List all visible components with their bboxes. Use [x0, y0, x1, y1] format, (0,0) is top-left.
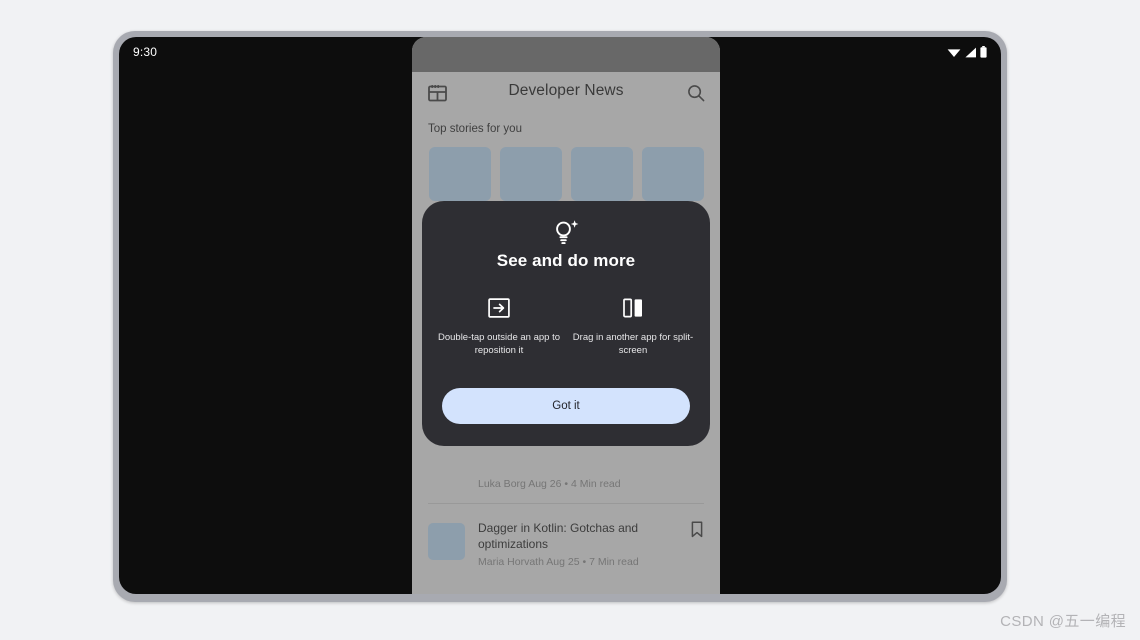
dialog-features: Double-tap outside an app to reposition …	[432, 296, 700, 357]
tablet-device-frame: Developer News Top stories for you Luka …	[113, 31, 1007, 602]
screenshot-root: Developer News Top stories for you Luka …	[0, 0, 1140, 640]
got-it-button[interactable]: Got it	[442, 388, 690, 424]
watermark: CSDN @五一编程	[1000, 613, 1126, 630]
feature-reposition: Double-tap outside an app to reposition …	[432, 296, 566, 357]
arrow-in-box-icon	[488, 296, 510, 320]
feature-label: Drag in another app for split-screen	[572, 332, 694, 356]
feature-label: Double-tap outside an app to reposition …	[437, 332, 560, 356]
see-and-do-more-dialog: See and do more Double-tap outside an ap…	[422, 201, 710, 446]
feature-split-screen: Drag in another app for split-screen	[566, 296, 700, 357]
tablet-screen: Developer News Top stories for you Luka …	[119, 37, 1001, 594]
dialog-title: See and do more	[496, 251, 636, 270]
split-screen-icon	[623, 296, 643, 320]
lightbulb-sparkle-icon	[422, 218, 710, 248]
